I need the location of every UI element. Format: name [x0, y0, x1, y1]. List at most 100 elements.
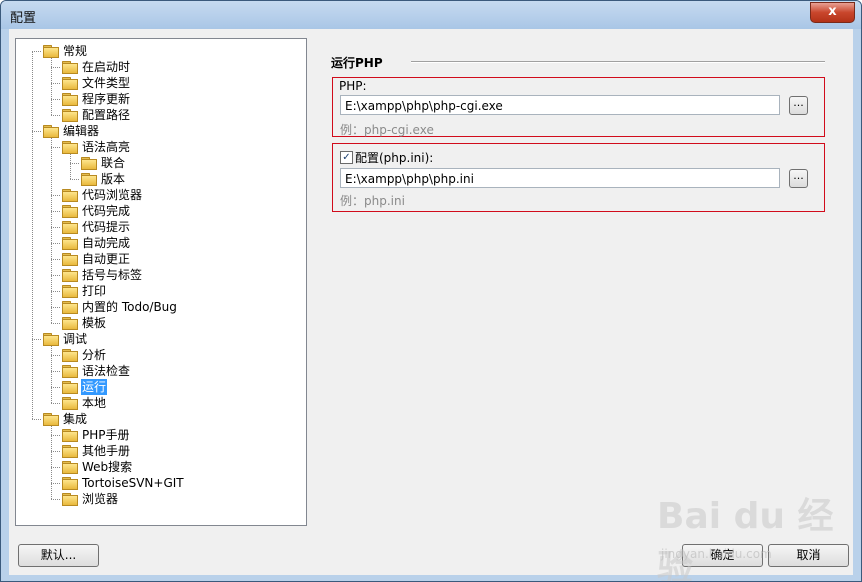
- tree-item-label: 打印: [82, 284, 107, 298]
- php-label: PHP:: [339, 79, 367, 93]
- tree-item[interactable]: 自动更正: [16, 251, 304, 267]
- tree-item-label: 在启动时: [82, 60, 131, 74]
- folder-icon: [62, 397, 78, 410]
- tree-item-label: 运行: [81, 379, 108, 395]
- tree-item-label: 自动完成: [82, 236, 131, 250]
- tree-item-label: PHP手册: [82, 428, 130, 442]
- tree-item[interactable]: 版本: [16, 171, 304, 187]
- tree-item-label: Web搜索: [82, 460, 133, 474]
- folder-icon: [62, 61, 78, 74]
- tree-item-label: 分析: [82, 348, 107, 362]
- tree-item-label: 编辑器: [63, 124, 100, 138]
- folder-icon: [62, 477, 78, 490]
- tree-item[interactable]: 内置的 Todo/Bug: [16, 299, 304, 315]
- tree-item[interactable]: 集成: [16, 411, 304, 427]
- tree-item[interactable]: 运行: [16, 379, 304, 395]
- folder-icon: [62, 93, 78, 106]
- tree-item[interactable]: 浏览器: [16, 491, 304, 507]
- folder-icon: [62, 445, 78, 458]
- section-title: 运行PHP: [331, 56, 383, 70]
- tree-item-label: 本地: [82, 396, 107, 410]
- tree-item[interactable]: 代码提示: [16, 219, 304, 235]
- folder-icon: [62, 109, 78, 122]
- folder-icon: [43, 413, 59, 426]
- folder-icon: [62, 141, 78, 154]
- tree-item-label: 语法高亮: [82, 140, 131, 154]
- folder-icon: [62, 429, 78, 442]
- tree-item-label: 集成: [63, 412, 88, 426]
- tree-item[interactable]: 自动完成: [16, 235, 304, 251]
- tree-item[interactable]: 调试: [16, 331, 304, 347]
- folder-icon: [62, 381, 78, 394]
- php-group: PHP: E:\xampp\php\php-cgi.exe ... 例：php-…: [332, 77, 825, 137]
- folder-icon: [62, 301, 78, 314]
- tree-item[interactable]: 在启动时: [16, 59, 304, 75]
- settings-tree[interactable]: 常规在启动时文件类型程序更新配置路径编辑器语法高亮联合版本代码浏览器代码完成代码…: [15, 38, 307, 526]
- section-divider: [411, 61, 825, 63]
- tree-item-label: 文件类型: [82, 76, 131, 90]
- tree-item[interactable]: 其他手册: [16, 443, 304, 459]
- tree-item-label: 程序更新: [82, 92, 131, 106]
- folder-icon: [62, 461, 78, 474]
- folder-icon: [62, 205, 78, 218]
- tree-item[interactable]: 分析: [16, 347, 304, 363]
- default-button[interactable]: 默认...: [18, 544, 99, 567]
- title-bar[interactable]: 配置 x: [1, 1, 861, 29]
- tree-item[interactable]: 配置路径: [16, 107, 304, 123]
- close-icon: x: [828, 4, 837, 19]
- tree-item-label: 模板: [82, 316, 107, 330]
- folder-icon: [62, 253, 78, 266]
- tree-item[interactable]: 括号与标签: [16, 267, 304, 283]
- folder-icon: [62, 237, 78, 250]
- check-icon: ✓: [342, 152, 351, 163]
- tree-item-label: 语法检查: [82, 364, 131, 378]
- tree-item[interactable]: 编辑器: [16, 123, 304, 139]
- tree-item-label: 代码提示: [82, 220, 131, 234]
- folder-icon: [62, 349, 78, 362]
- tree-item-label: 配置路径: [82, 108, 131, 122]
- ini-hint: 例：php.ini: [340, 194, 405, 208]
- tree-item[interactable]: 代码浏览器: [16, 187, 304, 203]
- tree-item-label: 代码浏览器: [82, 188, 143, 202]
- tree-item[interactable]: 模板: [16, 315, 304, 331]
- folder-icon: [81, 173, 97, 186]
- tree-item-label: 版本: [101, 172, 126, 186]
- folder-icon: [62, 493, 78, 506]
- settings-panel: 运行PHP PHP: E:\xampp\php\php-cgi.exe ... …: [311, 38, 847, 524]
- ini-browse-button[interactable]: ...: [789, 169, 808, 188]
- tree-item-label: 浏览器: [82, 492, 119, 506]
- tree-item[interactable]: 语法检查: [16, 363, 304, 379]
- tree-item[interactable]: 打印: [16, 283, 304, 299]
- tree-item[interactable]: TortoiseSVN+GIT: [16, 475, 304, 491]
- config-window: 配置 x 常规在启动时文件类型程序更新配置路径编辑器语法高亮联合版本代码浏览器代…: [0, 0, 862, 582]
- tree-item[interactable]: 代码完成: [16, 203, 304, 219]
- window-title: 配置: [10, 11, 37, 26]
- tree-item-label: 联合: [101, 156, 126, 170]
- tree-item[interactable]: 文件类型: [16, 75, 304, 91]
- ini-path-field[interactable]: E:\xampp\php\php.ini: [340, 168, 780, 188]
- ini-checkbox[interactable]: ✓: [340, 151, 353, 164]
- folder-icon: [43, 125, 59, 138]
- tree-item[interactable]: 程序更新: [16, 91, 304, 107]
- tree-item-label: 调试: [63, 332, 88, 346]
- folder-icon: [62, 189, 78, 202]
- tree-item-label: 内置的 Todo/Bug: [82, 300, 177, 314]
- tree-item[interactable]: 本地: [16, 395, 304, 411]
- folder-icon: [62, 221, 78, 234]
- tree-item[interactable]: 语法高亮: [16, 139, 304, 155]
- tree-item[interactable]: 联合: [16, 155, 304, 171]
- tree-item-label: 括号与标签: [82, 268, 143, 282]
- tree-item[interactable]: Web搜索: [16, 459, 304, 475]
- php-browse-button[interactable]: ...: [789, 96, 808, 115]
- close-button[interactable]: x: [810, 2, 855, 23]
- tree-item-label: 常规: [63, 44, 88, 58]
- php-path-field[interactable]: E:\xampp\php\php-cgi.exe: [340, 95, 780, 115]
- folder-icon: [81, 157, 97, 170]
- ini-label: 配置(php.ini):: [355, 151, 434, 165]
- folder-icon: [62, 285, 78, 298]
- folder-icon: [62, 317, 78, 330]
- php-hint: 例：php-cgi.exe: [340, 123, 434, 137]
- tree-item[interactable]: PHP手册: [16, 427, 304, 443]
- tree-item-label: 代码完成: [82, 204, 131, 218]
- tree-item[interactable]: 常规: [16, 43, 304, 59]
